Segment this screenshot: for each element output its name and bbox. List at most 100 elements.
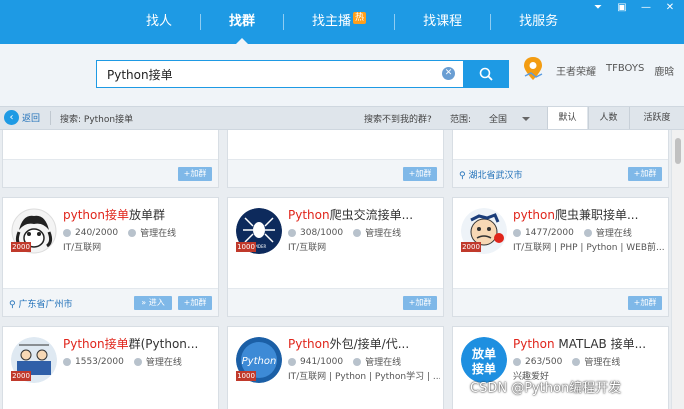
admin-icon bbox=[133, 357, 142, 366]
admin-icon bbox=[583, 228, 592, 237]
group-card[interactable]: 2000 python爬虫兼职接单... 1477/2000 管理在线 IT/互联… bbox=[452, 197, 669, 317]
hot-badge: 热 bbox=[353, 12, 367, 24]
card-footer: +加群 bbox=[228, 288, 443, 316]
search-breadcrumb: 搜索: Python接单 bbox=[60, 115, 134, 125]
tab-find-streamers[interactable]: 找主播热 bbox=[284, 0, 394, 44]
group-title[interactable]: Python爬虫交流接单... bbox=[288, 206, 440, 223]
group-title[interactable]: python接单放单群 bbox=[63, 206, 215, 223]
scrollbar-thumb[interactable] bbox=[675, 138, 681, 164]
tab-find-services[interactable]: 找服务 bbox=[491, 0, 586, 44]
search-box: ✕ bbox=[96, 60, 464, 88]
search-icon bbox=[479, 67, 493, 81]
group-card[interactable]: 2000 python接单放单群 240/2000 管理在线 IT/互联网 ⚲ 广… bbox=[2, 197, 219, 317]
admin-icon bbox=[353, 228, 362, 237]
tab-find-courses[interactable]: 找课程 bbox=[395, 0, 490, 44]
group-stats: 308/1000 管理在线 bbox=[288, 226, 401, 239]
group-stats: 1553/2000 管理在线 bbox=[63, 355, 182, 368]
svg-text:Python: Python bbox=[242, 356, 277, 367]
members-icon bbox=[513, 357, 521, 366]
members-icon bbox=[63, 357, 71, 366]
join-group-button[interactable]: +加群 bbox=[403, 167, 437, 181]
group-stats: 1477/2000 管理在线 bbox=[513, 226, 632, 239]
watermark: CSDN @Python编程开发 bbox=[470, 381, 622, 396]
nav-tabs: 找人 找群 找主播热 找课程 找服务 bbox=[118, 0, 586, 44]
group-title[interactable]: Python MATLAB 接单... bbox=[513, 335, 665, 352]
members-icon bbox=[63, 228, 71, 237]
skin-icon[interactable]: ▣ bbox=[616, 2, 628, 14]
scrollbar[interactable] bbox=[671, 130, 684, 409]
admin-icon bbox=[572, 357, 581, 366]
admin-icon bbox=[128, 228, 137, 237]
group-card[interactable]: 放单 接单 Python MATLAB 接单... 263/500 管理在线 兴趣爱… bbox=[452, 326, 669, 409]
group-tags: IT/互联网 bbox=[63, 243, 102, 253]
enter-group-button[interactable]: » 进入 bbox=[134, 296, 172, 310]
sort-tab-activity[interactable]: 活跃度 bbox=[629, 107, 684, 129]
group-card[interactable]: 2000 Python接单群(Python... 1553/2000 管理在线 bbox=[2, 326, 219, 409]
group-tags: IT/互联网 bbox=[288, 243, 327, 253]
chevron-down-icon[interactable] bbox=[522, 117, 530, 121]
tab-find-groups[interactable]: 找群 bbox=[201, 0, 283, 44]
members-icon bbox=[288, 228, 296, 237]
join-group-button[interactable]: +加群 bbox=[178, 296, 212, 310]
join-group-button[interactable]: +加群 bbox=[403, 296, 437, 310]
location-label: ⚲ 广东省广州市 bbox=[9, 300, 73, 310]
location-label: ⚲ 湖北省武汉市 bbox=[459, 171, 523, 181]
cannot-find-link[interactable]: 搜索不到我的群? bbox=[364, 112, 432, 125]
sort-tab-default[interactable]: 默认 bbox=[547, 107, 587, 129]
quick-link[interactable]: 鹿晗 bbox=[654, 63, 674, 78]
svg-text:接单: 接单 bbox=[472, 361, 496, 376]
range-label: 范围: bbox=[450, 115, 472, 125]
quick-link[interactable]: TFBOYS bbox=[606, 63, 644, 78]
tab-label: 找人 bbox=[146, 14, 173, 29]
back-button[interactable]: ‹ 返回 bbox=[4, 110, 40, 125]
group-card[interactable]: Python 1000 Python外包/接单/代... 941/1000 管理在… bbox=[227, 326, 444, 409]
range-select[interactable]: 全国 bbox=[489, 112, 507, 125]
group-card[interactable]: SPIDER 1000 Python爬虫交流接单... 308/1000 管理在线… bbox=[227, 197, 444, 317]
admin-icon bbox=[353, 357, 362, 366]
group-card[interactable]: ⚲ 湖北省武汉市 +加群 bbox=[452, 130, 669, 188]
group-title[interactable]: Python接单群(Python... bbox=[63, 335, 215, 352]
group-card[interactable]: +加群 bbox=[2, 130, 219, 188]
location-pin-icon[interactable] bbox=[522, 56, 544, 82]
group-size-badge: 2000 bbox=[11, 371, 31, 381]
join-group-button[interactable]: +加群 bbox=[178, 167, 212, 181]
group-stats: 263/500 管理在线 bbox=[513, 355, 620, 368]
members-icon bbox=[288, 357, 296, 366]
window-controls: ⏷ ▣ — ✕ bbox=[592, 2, 676, 14]
tab-find-people[interactable]: 找人 bbox=[118, 0, 200, 44]
join-group-button[interactable]: +加群 bbox=[628, 167, 662, 181]
close-icon[interactable]: ✕ bbox=[664, 2, 676, 14]
quick-link[interactable]: 王者荣耀 bbox=[556, 63, 596, 78]
card-footer: +加群 bbox=[3, 159, 218, 187]
hot-search-links: 王者荣耀 TFBOYS 鹿晗 bbox=[556, 63, 674, 78]
group-size-badge: 1000 bbox=[236, 242, 256, 252]
group-size-badge: 2000 bbox=[461, 242, 481, 252]
filter-bar: ‹ 返回 搜索: Python接单 搜索不到我的群? 范围: 全国 默认 人数 … bbox=[0, 106, 684, 130]
top-nav-bar: 找人 找群 找主播热 找课程 找服务 ⏷ ▣ — ✕ bbox=[0, 0, 684, 44]
group-size-badge: 2000 bbox=[11, 242, 31, 252]
tab-label: 找课程 bbox=[423, 14, 463, 29]
search-button[interactable] bbox=[464, 60, 509, 88]
back-arrow-icon: ‹ bbox=[4, 110, 19, 125]
app-window: 找人 找群 找主播热 找课程 找服务 ⏷ ▣ — ✕ ✕ bbox=[0, 0, 684, 409]
card-footer: ⚲ 湖北省武汉市 +加群 bbox=[453, 159, 668, 187]
search-input[interactable] bbox=[97, 61, 437, 87]
group-tags: IT/互联网 | Python | Python学习 | ... bbox=[288, 372, 440, 382]
menu-icon[interactable]: ⏷ bbox=[592, 2, 604, 14]
group-title[interactable]: python爬虫兼职接单... bbox=[513, 206, 665, 223]
sort-tab-members[interactable]: 人数 bbox=[588, 107, 628, 129]
clear-search-icon[interactable]: ✕ bbox=[442, 67, 455, 80]
group-tags: IT/互联网 | PHP | Python | WEB前... bbox=[513, 243, 665, 253]
join-group-button[interactable]: +加群 bbox=[628, 296, 662, 310]
tab-label: 找主播 bbox=[312, 14, 352, 29]
group-size-badge: 1000 bbox=[236, 371, 256, 381]
group-stats: 941/1000 管理在线 bbox=[288, 355, 401, 368]
group-title[interactable]: Python外包/接单/代... bbox=[288, 335, 440, 352]
card-footer: +加群 bbox=[228, 159, 443, 187]
back-label: 返回 bbox=[22, 114, 41, 124]
group-card[interactable]: +加群 bbox=[227, 130, 444, 188]
minimize-icon[interactable]: — bbox=[640, 2, 652, 14]
members-icon bbox=[513, 228, 521, 237]
card-footer: +加群 bbox=[453, 288, 668, 316]
tab-label: 找服务 bbox=[519, 14, 559, 29]
